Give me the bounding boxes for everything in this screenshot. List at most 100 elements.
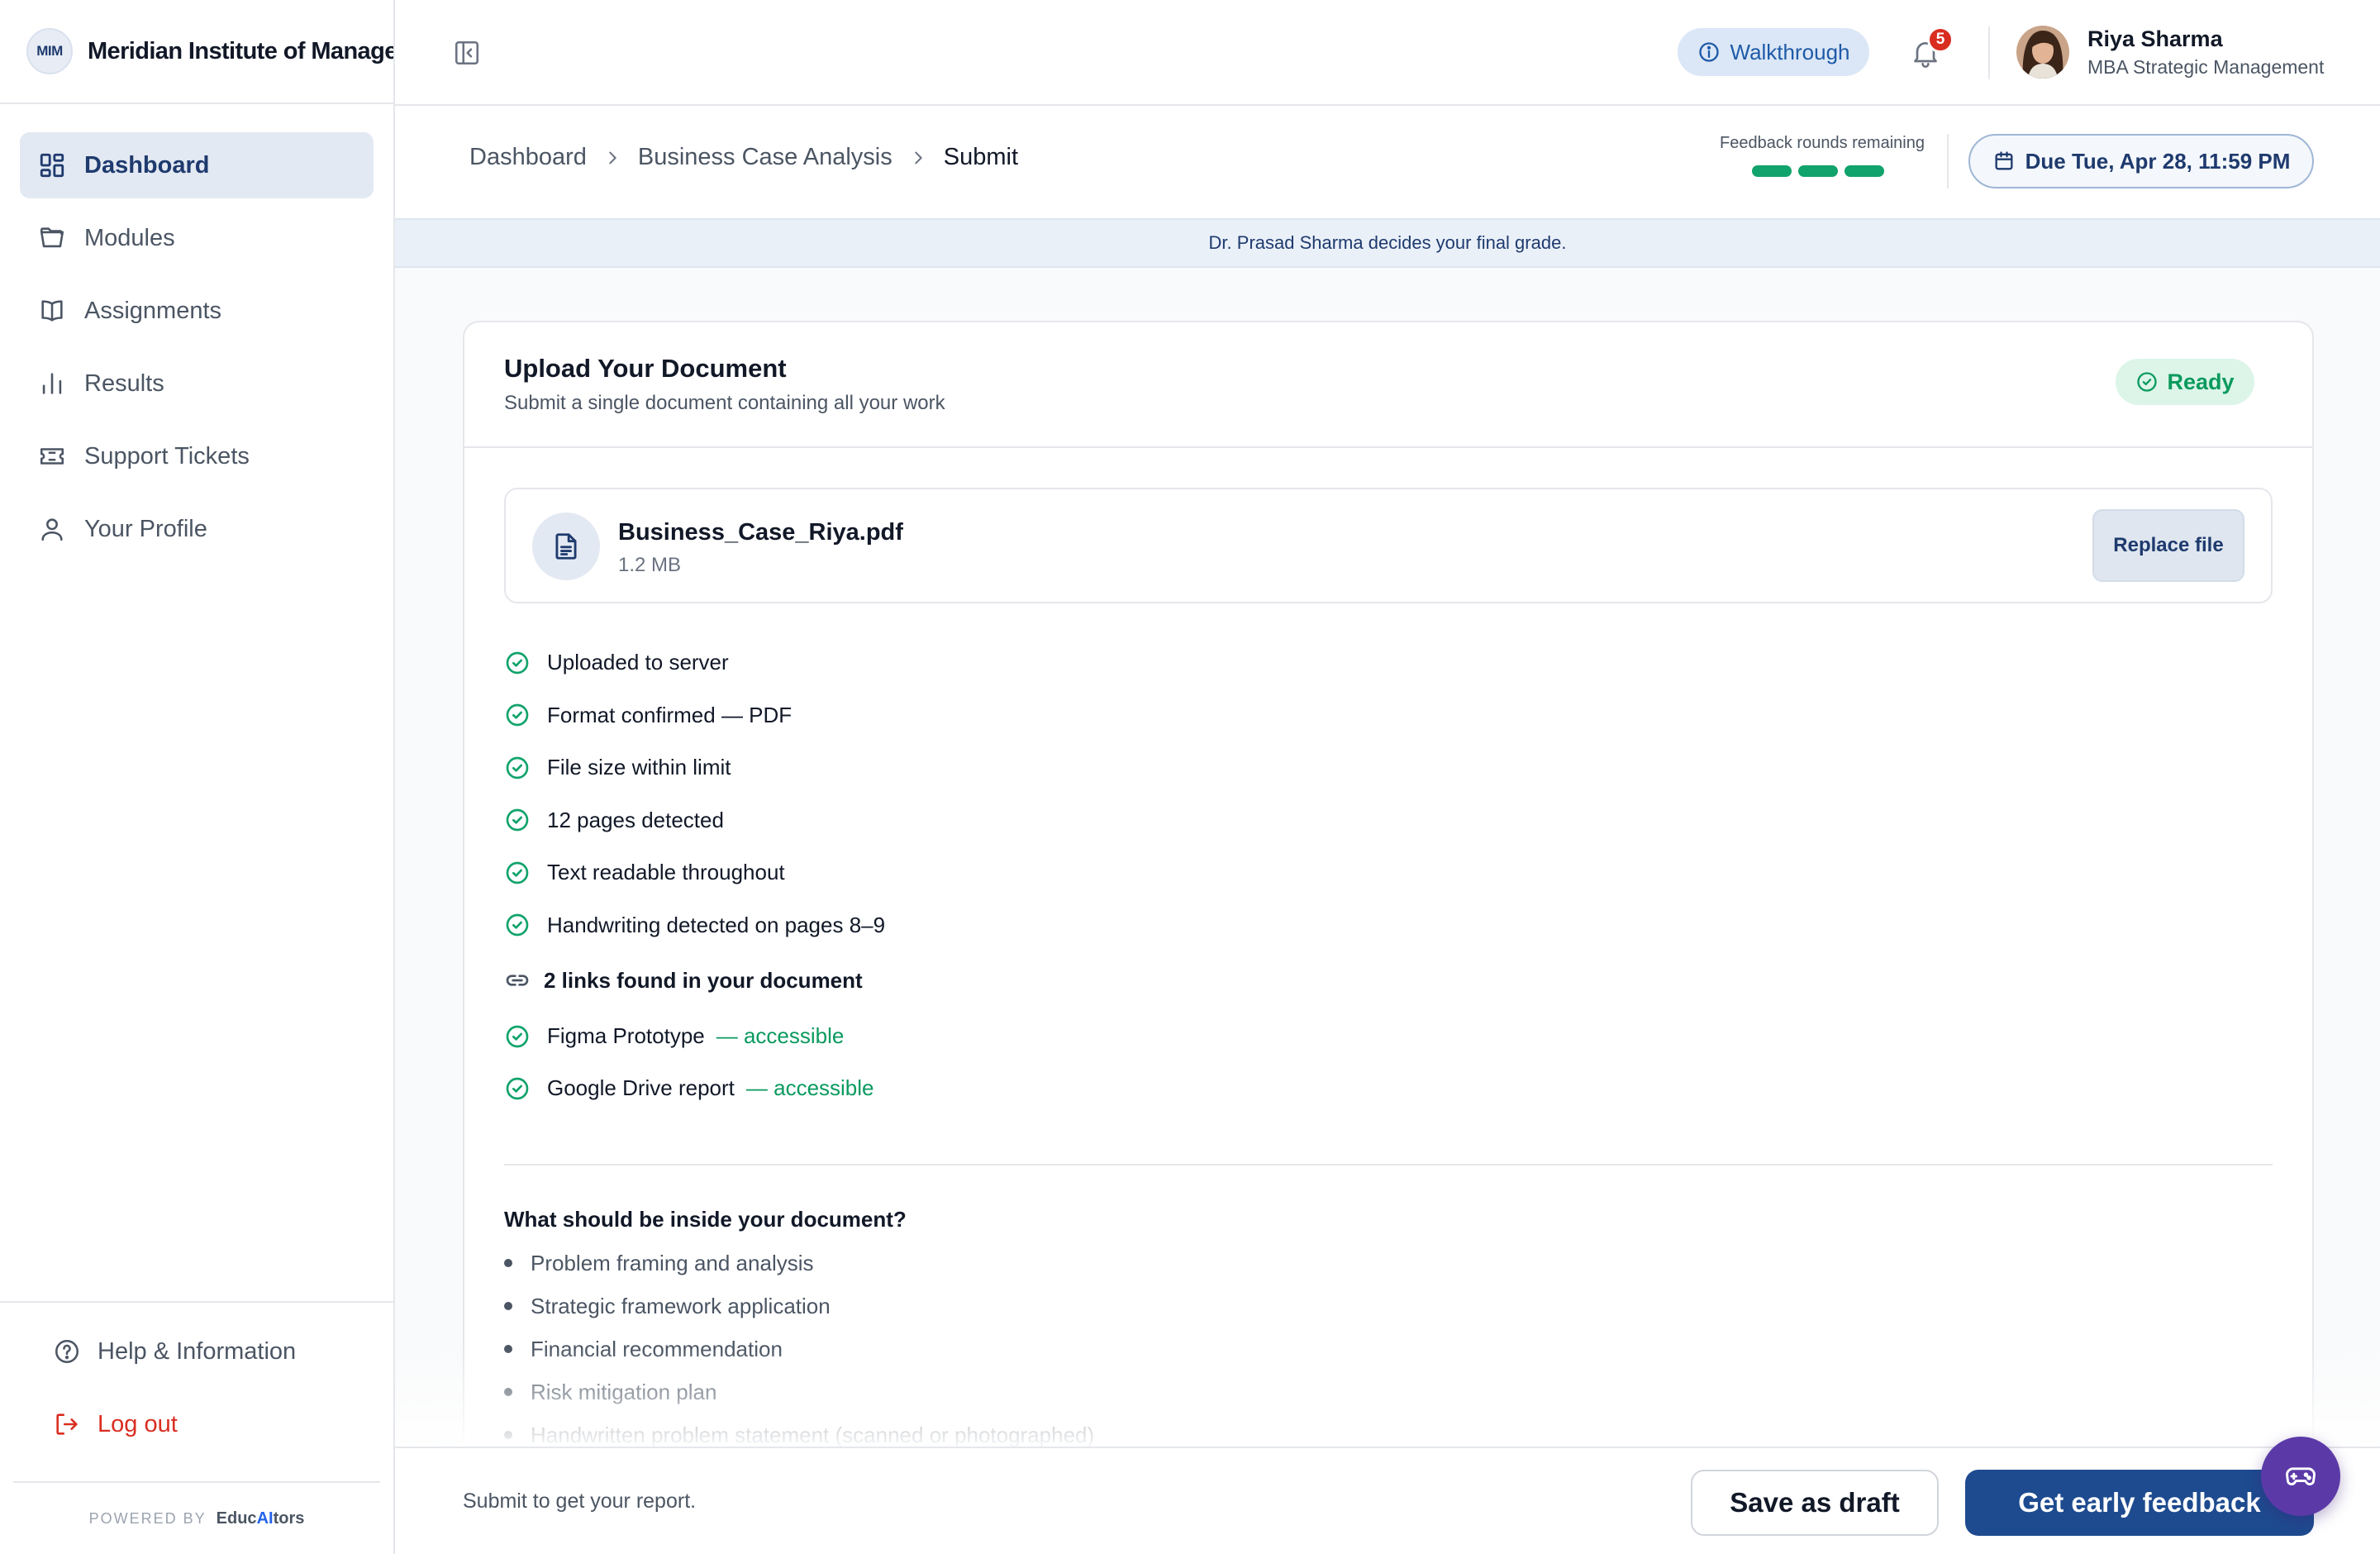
feedback-rounds-label: Feedback rounds remaining (1720, 134, 1925, 152)
grader-banner: Dr. Prasad Sharma decides your final gra… (395, 218, 2380, 268)
user-name: Riya Sharma (2087, 26, 2223, 51)
status-badge: Ready (2116, 359, 2254, 405)
main-content: Upload Your Document Submit a single doc… (395, 268, 2380, 1447)
upload-title: Upload Your Document (504, 354, 787, 383)
link-item: Google Drive report — accessible (504, 1062, 874, 1114)
check-item-label: Handwriting detected on pages 8–9 (547, 912, 886, 937)
bullet (504, 1431, 512, 1439)
check-item: Uploaded to server (504, 636, 885, 689)
check-circle-icon (504, 1023, 531, 1050)
list-item: Financial recommendation (504, 1328, 1094, 1370)
check-circle-icon (504, 912, 531, 938)
powered-by-label: POWERED BY (88, 1509, 207, 1527)
check-item: Text readable throughout (504, 846, 885, 899)
list-item-text: Handwritten problem statement (scanned o… (531, 1422, 1095, 1447)
footer-note: Submit to get your report. (463, 1490, 697, 1513)
sidebar-item-label: Results (84, 369, 164, 397)
top-header: Walkthrough 5 Riya Sharma MBA Strategic … (395, 0, 2380, 106)
help-link[interactable]: Help & Information (53, 1337, 296, 1366)
check-item-label: Format confirmed — PDF (547, 702, 793, 727)
feedback-round-bar (1844, 165, 1884, 177)
links-heading-label: 2 links found in your document (544, 967, 863, 993)
chevron-right-icon (603, 149, 621, 167)
walkthrough-button[interactable]: Walkthrough (1678, 28, 1869, 76)
gamepad-icon (2282, 1458, 2319, 1494)
sidebar-item-modules[interactable]: Modules (20, 205, 374, 271)
feedback-round-bar (1798, 165, 1838, 177)
file-document-icon (532, 512, 600, 580)
status-label: Ready (2167, 369, 2235, 394)
list-item-text: Risk mitigation plan (531, 1379, 717, 1404)
replace-file-button[interactable]: Replace file (2092, 509, 2244, 582)
save-draft-button[interactable]: Save as draft (1691, 1470, 1939, 1536)
sidebar-item-assignments[interactable]: Assignments (20, 278, 374, 344)
uploaded-file: Business_Case_Riya.pdf 1.2 MB Replace fi… (504, 488, 2273, 603)
upload-card: Upload Your Document Submit a single doc… (463, 321, 2314, 1447)
sidebar-collapse-icon[interactable] (453, 39, 481, 67)
subheader-divider (1947, 134, 1949, 188)
link-name[interactable]: Google Drive report (547, 1075, 735, 1101)
list-item: Risk mitigation plan (504, 1370, 1094, 1413)
walkthrough-label: Walkthrough (1730, 39, 1850, 64)
check-circle-icon (2135, 370, 2159, 393)
ticket-icon (38, 442, 66, 470)
chevron-right-icon (909, 149, 927, 167)
breadcrumb-item-dashboard[interactable]: Dashboard (469, 144, 587, 171)
check-circle-icon (504, 650, 531, 676)
sidebar-footer: Help & Information Log out POWERED BY Ed… (0, 1301, 393, 1554)
institute-logo: MIM (26, 28, 73, 74)
feedback-round-bar (1752, 165, 1792, 177)
check-item-label: 12 pages detected (547, 807, 724, 832)
link-status: — accessible (716, 1023, 845, 1048)
dashboard-icon (38, 151, 66, 179)
logout-icon (53, 1410, 81, 1438)
brand: MIM Meridian Institute of Management (0, 0, 393, 104)
powered-by: POWERED BY EducAItors (13, 1481, 380, 1554)
logout-link[interactable]: Log out (53, 1410, 178, 1438)
calendar-icon (1992, 150, 2016, 173)
validation-checklist: Uploaded to server Format confirmed — PD… (504, 636, 885, 951)
file-size: 1.2 MB (618, 554, 682, 576)
link-item: Figma Prototype — accessible (504, 1010, 874, 1062)
sidebar-item-results[interactable]: Results (20, 350, 374, 417)
check-item-label: Text readable throughout (547, 860, 785, 885)
upload-card-header: Upload Your Document Submit a single doc… (464, 322, 2312, 448)
sidebar-item-dashboard[interactable]: Dashboard (20, 132, 374, 198)
bar-chart-icon (38, 369, 66, 398)
link-status: — accessible (745, 1075, 874, 1100)
action-footer: Submit to get your report. Save as draft… (395, 1447, 2380, 1554)
powered-by-brand: EducAItors (216, 1509, 305, 1528)
links-heading: 2 links found in your document (504, 967, 863, 994)
check-item-label: Uploaded to server (547, 650, 729, 675)
help-circle-icon (53, 1337, 81, 1366)
card-divider (504, 1164, 2273, 1166)
sidebar-item-label: Dashboard (84, 151, 210, 179)
link-name[interactable]: Figma Prototype (547, 1023, 705, 1049)
assistant-fab[interactable] (2261, 1437, 2340, 1516)
check-item: 12 pages detected (504, 794, 885, 847)
list-item: Handwritten problem statement (scanned o… (504, 1413, 1094, 1447)
due-date-label: Due Tue, Apr 28, 11:59 PM (2025, 148, 2291, 174)
help-label: Help & Information (98, 1337, 297, 1365)
breadcrumb: Dashboard Business Case Analysis Submit (469, 144, 1018, 171)
breadcrumb-item-assignment[interactable]: Business Case Analysis (638, 144, 892, 171)
feedback-rounds-indicator (1752, 165, 1884, 177)
user-icon (38, 515, 66, 543)
file-name: Business_Case_Riya.pdf (618, 519, 903, 546)
sidebar-nav: Dashboard Modules Assignments Results Su… (0, 104, 393, 562)
sidebar-item-label: Your Profile (84, 515, 207, 542)
list-item-text: Financial recommendation (531, 1336, 783, 1361)
check-item: Format confirmed — PDF (504, 689, 885, 742)
list-item-text: Strategic framework application (531, 1293, 831, 1318)
requirements-list: Problem framing and analysis Strategic f… (504, 1242, 1094, 1447)
check-circle-icon (504, 807, 531, 833)
link-list: Figma Prototype — accessible Google Driv… (504, 1010, 874, 1114)
sidebar-item-your-profile[interactable]: Your Profile (20, 496, 374, 562)
sidebar-item-label: Support Tickets (84, 442, 250, 470)
check-item-label: File size within limit (547, 755, 731, 780)
avatar[interactable] (2016, 26, 2069, 79)
bullet (504, 1259, 512, 1267)
check-circle-icon (504, 702, 531, 728)
sidebar-item-label: Modules (84, 224, 175, 251)
sidebar-item-support-tickets[interactable]: Support Tickets (20, 423, 374, 489)
